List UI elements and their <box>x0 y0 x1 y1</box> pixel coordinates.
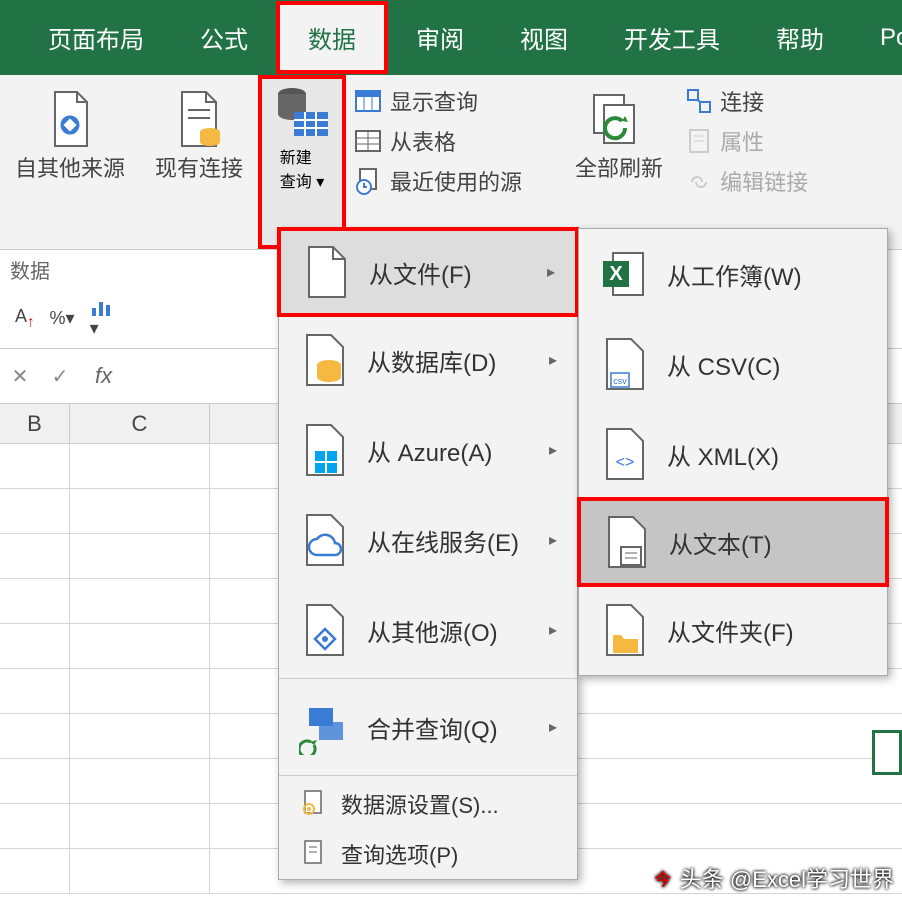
menu-query-options[interactable]: 查询选项(P) <box>279 829 577 879</box>
settings-file-icon <box>299 789 329 819</box>
edit-links-icon <box>686 168 712 194</box>
menu-separator <box>279 775 577 776</box>
azure-icon <box>299 423 349 478</box>
submenu-arrow-icon: ▸ <box>549 717 557 737</box>
show-queries-button[interactable]: 显示查询 <box>354 85 522 117</box>
tab-page-layout[interactable]: 页面布局 <box>20 5 172 70</box>
menu-from-text[interactable]: 从文本(T) <box>577 497 889 587</box>
new-query-button[interactable]: 新建 查询 ▾ <box>258 75 346 249</box>
fx-icon[interactable]: fx <box>80 363 127 389</box>
file-diamond-icon <box>40 90 100 150</box>
submenu-arrow-icon: ▸ <box>549 350 557 370</box>
new-query-label-2: 查询 <box>280 174 312 191</box>
file-icon <box>301 245 351 300</box>
menu-from-csv[interactable]: csv 从 CSV(C) <box>579 319 887 409</box>
from-other-sources-button[interactable]: 自其他来源 <box>5 85 135 189</box>
tab-view[interactable]: 视图 <box>492 5 596 70</box>
menu-from-folder[interactable]: 从文件夹(F) <box>579 585 887 675</box>
tab-review[interactable]: 审阅 <box>388 5 492 70</box>
tab-power[interactable]: Pow <box>852 9 902 67</box>
refresh-icon <box>589 90 649 150</box>
xml-icon: <> <box>599 427 649 482</box>
file-db-icon <box>169 90 229 150</box>
combine-icon <box>299 700 349 755</box>
diamond-file-icon <box>299 603 349 658</box>
ribbon-tabs: 页面布局 公式 数据 审阅 视图 开发工具 帮助 Pow <box>0 0 902 75</box>
watermark: 今 头条 @Excel学习世界 <box>651 862 894 894</box>
menu-from-workbook[interactable]: X 从工作簿(W) <box>579 229 887 319</box>
font-increase-icon[interactable]: A↑ <box>15 306 35 331</box>
tab-data[interactable]: 数据 <box>276 1 388 74</box>
grid-icon <box>354 127 382 155</box>
options-file-icon <box>299 839 329 869</box>
chart-icon[interactable]: ▾ <box>90 298 118 339</box>
tab-formulas[interactable]: 公式 <box>172 5 276 70</box>
svg-text:X: X <box>609 263 623 285</box>
from-other-sources-label: 自其他来源 <box>15 155 125 184</box>
from-file-submenu: X 从工作簿(W) csv 从 CSV(C) <> 从 XML(X) 从文本(T… <box>578 228 888 676</box>
submenu-arrow-icon: ▸ <box>549 620 557 640</box>
excel-icon: X <box>599 247 649 302</box>
properties-button: 属性 <box>686 125 808 157</box>
menu-data-source-settings[interactable]: 数据源设置(S)... <box>279 779 577 829</box>
table-icon <box>354 87 382 115</box>
menu-combine-queries[interactable]: 合并查询(Q) ▸ <box>279 682 577 772</box>
menu-from-xml[interactable]: <> 从 XML(X) <box>579 409 887 499</box>
watermark-icon: 今 <box>651 866 675 890</box>
folder-icon <box>599 603 649 658</box>
active-cell-indicator <box>872 730 902 775</box>
percent-icon[interactable]: %▾ <box>50 308 75 329</box>
dropdown-arrow-icon: ▾ <box>316 174 324 191</box>
properties-icon <box>686 128 712 154</box>
database-icon <box>299 333 349 388</box>
from-table-button[interactable]: 从表格 <box>354 125 522 157</box>
existing-connections-label: 现有连接 <box>155 155 243 184</box>
cloud-icon <box>299 513 349 568</box>
menu-from-online-services[interactable]: 从在线服务(E) ▸ <box>279 495 577 585</box>
clock-file-icon <box>354 167 382 195</box>
link-icon <box>686 88 712 114</box>
menu-separator <box>279 678 577 679</box>
menu-from-other-sources[interactable]: 从其他源(O) ▸ <box>279 585 577 675</box>
new-query-menu: 从文件(F) ▸ 从数据库(D) ▸ 从 Azure(A) ▸ 从在线服务(E)… <box>278 228 578 880</box>
col-header-b[interactable]: B <box>0 404 70 443</box>
submenu-arrow-icon: ▸ <box>549 440 557 460</box>
refresh-all-button[interactable]: 全部刷新 <box>565 85 673 189</box>
menu-from-file[interactable]: 从文件(F) ▸ <box>277 227 579 317</box>
recent-sources-button[interactable]: 最近使用的源 <box>354 165 522 197</box>
tab-developer[interactable]: 开发工具 <box>596 5 748 70</box>
database-table-icon <box>272 84 332 144</box>
edit-links-button: 编辑链接 <box>686 165 808 197</box>
csv-icon: csv <box>599 337 649 392</box>
menu-from-azure[interactable]: 从 Azure(A) ▸ <box>279 405 577 495</box>
svg-text:<>: <> <box>616 454 635 471</box>
confirm-formula-icon[interactable]: ✓ <box>40 364 80 389</box>
cancel-formula-icon[interactable]: ✕ <box>0 364 40 389</box>
submenu-arrow-icon: ▸ <box>547 262 555 282</box>
ribbon: 自其他来源 现有连接 新建 查询 ▾ 显示查询 从表格 最近使用的 <box>0 75 902 250</box>
menu-from-database[interactable]: 从数据库(D) ▸ <box>279 315 577 405</box>
new-query-label-1: 新建 <box>280 150 312 167</box>
submenu-arrow-icon: ▸ <box>549 530 557 550</box>
existing-connections-button[interactable]: 现有连接 <box>145 85 253 189</box>
col-header-c[interactable]: C <box>70 404 210 443</box>
text-file-icon <box>601 515 651 570</box>
connections-button[interactable]: 连接 <box>686 85 808 117</box>
svg-text:csv: csv <box>613 376 627 386</box>
tab-help[interactable]: 帮助 <box>748 5 852 70</box>
